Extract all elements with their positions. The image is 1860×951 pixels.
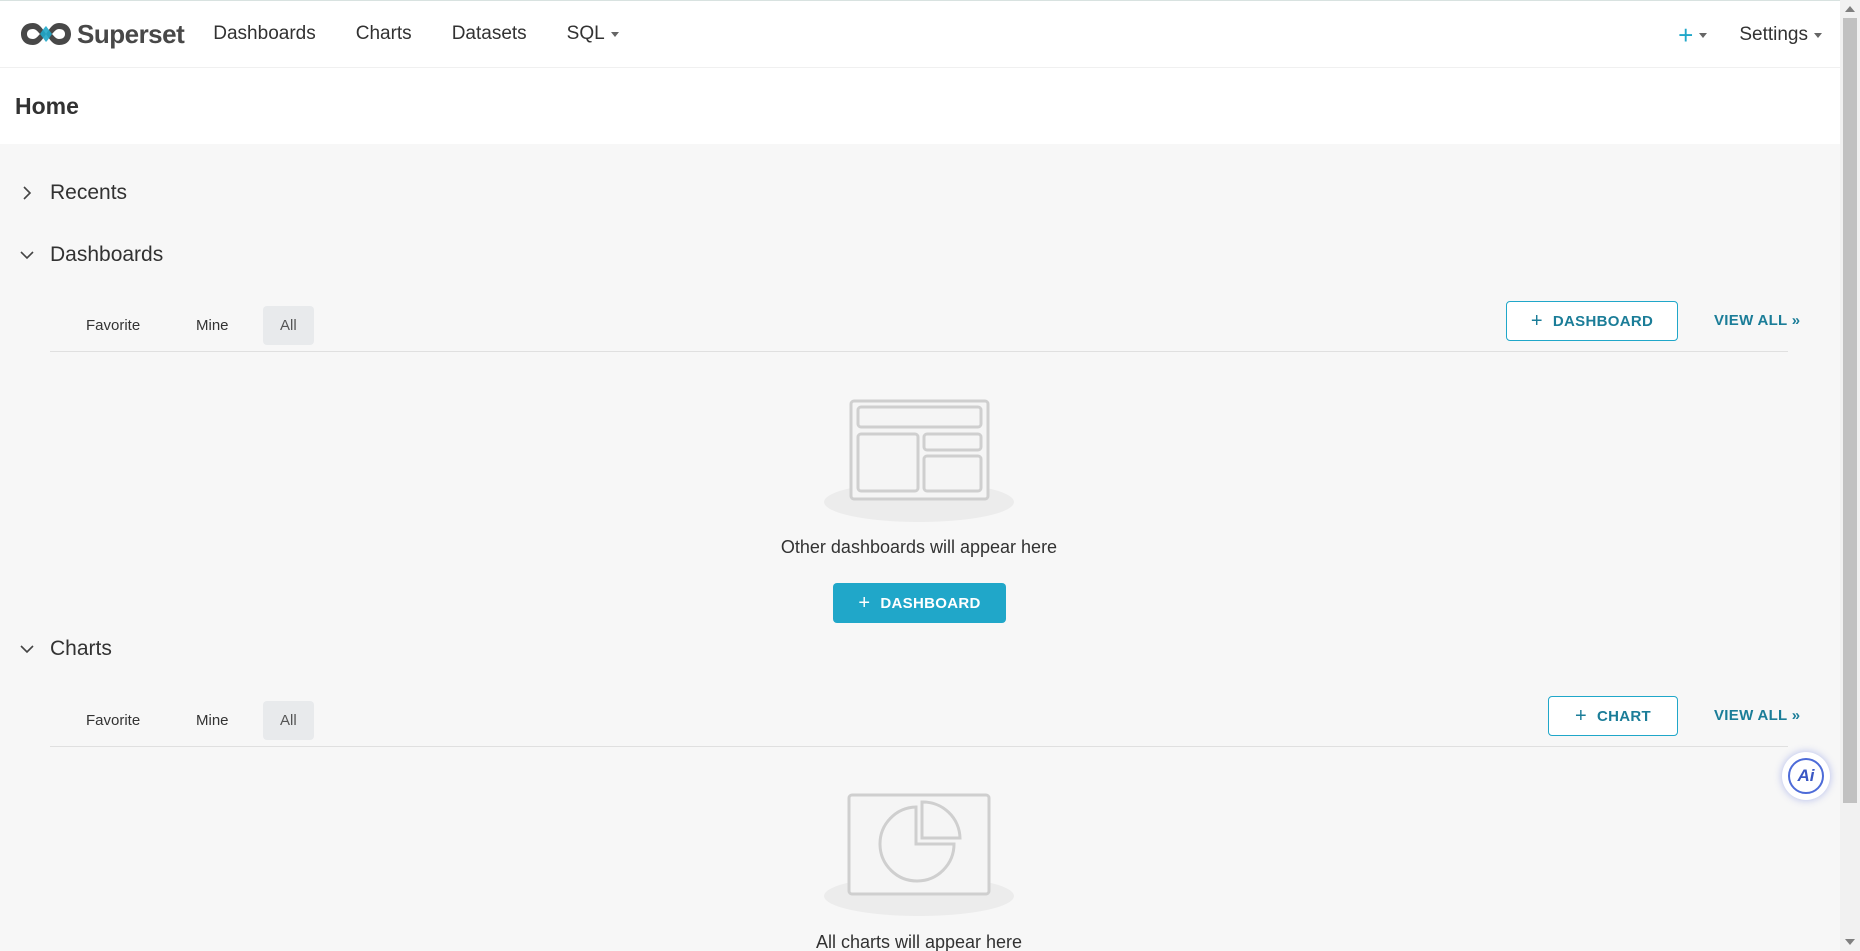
charts-section-toggle[interactable]: Charts — [20, 637, 112, 661]
superset-logo[interactable]: Superset — [19, 18, 185, 50]
caret-down-icon — [1814, 32, 1822, 38]
plus-icon: + — [858, 592, 871, 614]
plus-icon: + — [1530, 310, 1543, 332]
add-dashboard-button[interactable]: + DASHBOARD — [1506, 301, 1678, 341]
create-dashboard-label: DASHBOARD — [880, 594, 981, 612]
navbar-right: + Settings — [1678, 1, 1822, 69]
brand-name: Superset — [77, 18, 185, 49]
settings-label: Settings — [1739, 24, 1808, 45]
charts-empty-message: All charts will appear here — [815, 932, 1023, 951]
create-dashboard-button[interactable]: + DASHBOARD — [833, 583, 1006, 623]
charts-tab-all[interactable]: All — [263, 701, 314, 740]
recents-title: Recents — [50, 181, 128, 204]
charts-tabs: Favorite Mine All — [50, 701, 1788, 747]
empty-dashboards-icon — [824, 399, 1014, 522]
new-item-menu[interactable]: + — [1678, 19, 1708, 51]
add-chart-button[interactable]: + CHART — [1548, 696, 1678, 736]
nav-sql-label: SQL — [566, 23, 605, 44]
page-title: Home — [15, 92, 79, 119]
empty-charts-icon — [824, 793, 1014, 916]
ai-assistant-button[interactable]: Ai — [1782, 752, 1830, 800]
nav-datasets[interactable]: Datasets — [452, 23, 527, 45]
charts-tab-mine[interactable]: Mine — [179, 701, 246, 740]
ai-icon: Ai — [1788, 758, 1824, 794]
nav-charts[interactable]: Charts — [356, 23, 412, 45]
scrollbar-thumb[interactable] — [1843, 18, 1857, 803]
dashboards-tab-all[interactable]: All — [263, 306, 314, 345]
dashboards-title: Dashboards — [50, 243, 164, 266]
dashboards-tab-mine[interactable]: Mine — [179, 306, 246, 345]
chevron-right-icon — [20, 186, 34, 200]
add-chart-label: CHART — [1596, 707, 1651, 725]
add-dashboard-label: DASHBOARD — [1552, 312, 1654, 330]
caret-down-icon — [1699, 32, 1708, 38]
chevron-down-icon — [20, 642, 34, 656]
dashboards-empty-message: Other dashboards will appear here — [780, 537, 1058, 557]
caret-down-icon — [610, 31, 619, 37]
charts-title: Charts — [50, 637, 112, 660]
settings-menu[interactable]: Settings — [1739, 24, 1822, 46]
recents-section-toggle[interactable]: Recents — [20, 181, 127, 205]
main-nav: Dashboards Charts Datasets SQL — [213, 1, 658, 67]
chevron-down-icon — [20, 248, 34, 262]
scroll-down-arrow-icon[interactable] — [1845, 939, 1855, 945]
page-header: Home — [0, 68, 1840, 144]
charts-view-all-link[interactable]: VIEW ALL » — [1714, 707, 1800, 724]
scroll-up-arrow-icon[interactable] — [1845, 6, 1855, 12]
plus-icon: + — [1575, 705, 1587, 727]
nav-sql-menu[interactable]: SQL — [567, 23, 619, 45]
nav-dashboards[interactable]: Dashboards — [213, 23, 315, 45]
dashboards-view-all-link[interactable]: VIEW ALL » — [1714, 312, 1800, 329]
plus-icon: + — [1678, 19, 1694, 50]
top-navbar: Superset Dashboards Charts Datasets SQL … — [0, 0, 1840, 68]
dashboards-section-toggle[interactable]: Dashboards — [20, 243, 163, 267]
superset-logo-icon — [21, 23, 71, 45]
dashboards-tab-favorite[interactable]: Favorite — [69, 306, 157, 345]
vertical-scrollbar[interactable] — [1840, 0, 1860, 951]
charts-tab-favorite[interactable]: Favorite — [69, 701, 157, 740]
